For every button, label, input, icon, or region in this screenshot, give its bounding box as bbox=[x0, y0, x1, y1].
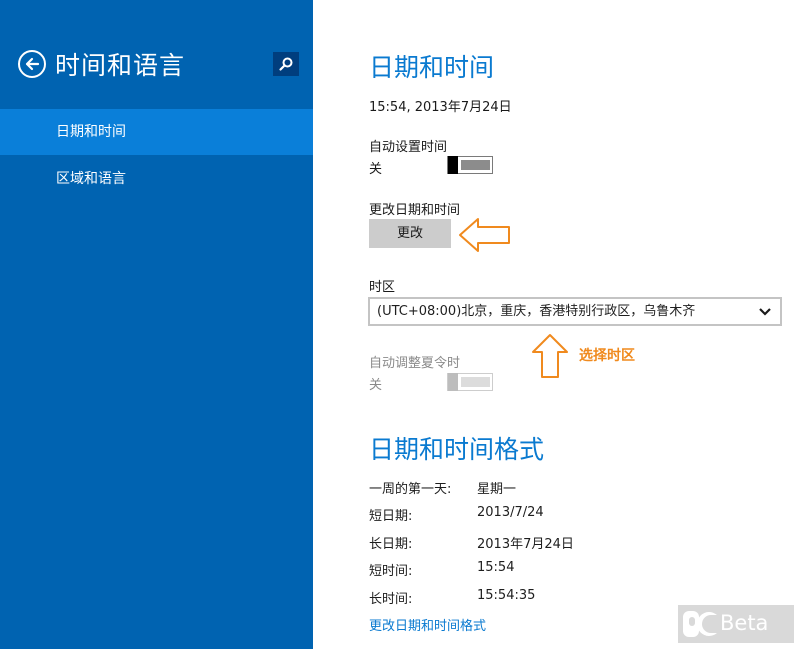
toggle-thumb bbox=[448, 156, 458, 174]
search-button[interactable] bbox=[273, 52, 299, 76]
auto-time-state: 关 bbox=[369, 162, 383, 177]
sidebar-title: 时间和语言 bbox=[55, 51, 186, 80]
timezone-label: 时区 bbox=[369, 280, 396, 295]
change-button[interactable]: 更改 bbox=[369, 219, 451, 248]
dst-state: 关 bbox=[369, 378, 383, 393]
current-datetime: 15:54, 2013年7月24日 bbox=[369, 100, 512, 115]
auto-time-label: 自动设置时间 bbox=[369, 140, 448, 155]
toggle-track bbox=[461, 160, 490, 170]
annotation-label: 选择时区 bbox=[579, 348, 635, 364]
sidebar-item-region-language[interactable]: 区域和语言 bbox=[0, 156, 313, 202]
format-value-first-day: 星期一 bbox=[477, 482, 517, 497]
datetime-heading: 日期和时间 bbox=[369, 53, 495, 82]
format-value-long-date: 2013年7月24日 bbox=[477, 537, 574, 552]
format-value-short-date: 2013/7/24 bbox=[477, 505, 544, 520]
toggle-track bbox=[461, 377, 490, 387]
search-icon bbox=[279, 57, 293, 71]
timezone-value: (UTC+08:00)北京，重庆，香港特别行政区，乌鲁木齐 bbox=[377, 304, 696, 319]
sidebar: 时间和语言 日期和时间 区域和语言 bbox=[0, 0, 313, 649]
back-arrow-icon bbox=[25, 57, 40, 71]
format-label-short-date: 短日期: bbox=[369, 509, 413, 524]
timezone-select[interactable]: (UTC+08:00)北京，重庆，香港特别行政区，乌鲁木齐 bbox=[368, 297, 782, 326]
watermark-text: Beta bbox=[720, 611, 769, 635]
watermark-logo: Beta bbox=[678, 605, 794, 643]
auto-time-toggle[interactable] bbox=[447, 156, 493, 174]
change-datetime-label: 更改日期和时间 bbox=[369, 203, 461, 218]
formats-heading: 日期和时间格式 bbox=[369, 435, 545, 464]
format-value-short-time: 15:54 bbox=[477, 560, 515, 575]
dst-toggle bbox=[447, 373, 493, 391]
chevron-down-icon bbox=[759, 308, 771, 316]
dst-label: 自动调整夏令时 bbox=[369, 356, 461, 371]
toggle-thumb bbox=[448, 373, 458, 391]
arrow-left-annotation-icon bbox=[459, 218, 510, 252]
back-button[interactable] bbox=[18, 50, 46, 78]
sidebar-item-datetime[interactable]: 日期和时间 bbox=[0, 109, 313, 155]
arrow-up-annotation-icon bbox=[532, 334, 568, 378]
format-label-long-time: 长时间: bbox=[369, 592, 413, 607]
format-label-first-day: 一周的第一天: bbox=[369, 482, 452, 497]
format-label-short-time: 短时间: bbox=[369, 564, 413, 579]
format-label-long-date: 长日期: bbox=[369, 537, 413, 552]
change-formats-link[interactable]: 更改日期和时间格式 bbox=[369, 615, 486, 634]
pcbeta-logo-icon bbox=[683, 611, 717, 637]
format-value-long-time: 15:54:35 bbox=[477, 588, 536, 603]
